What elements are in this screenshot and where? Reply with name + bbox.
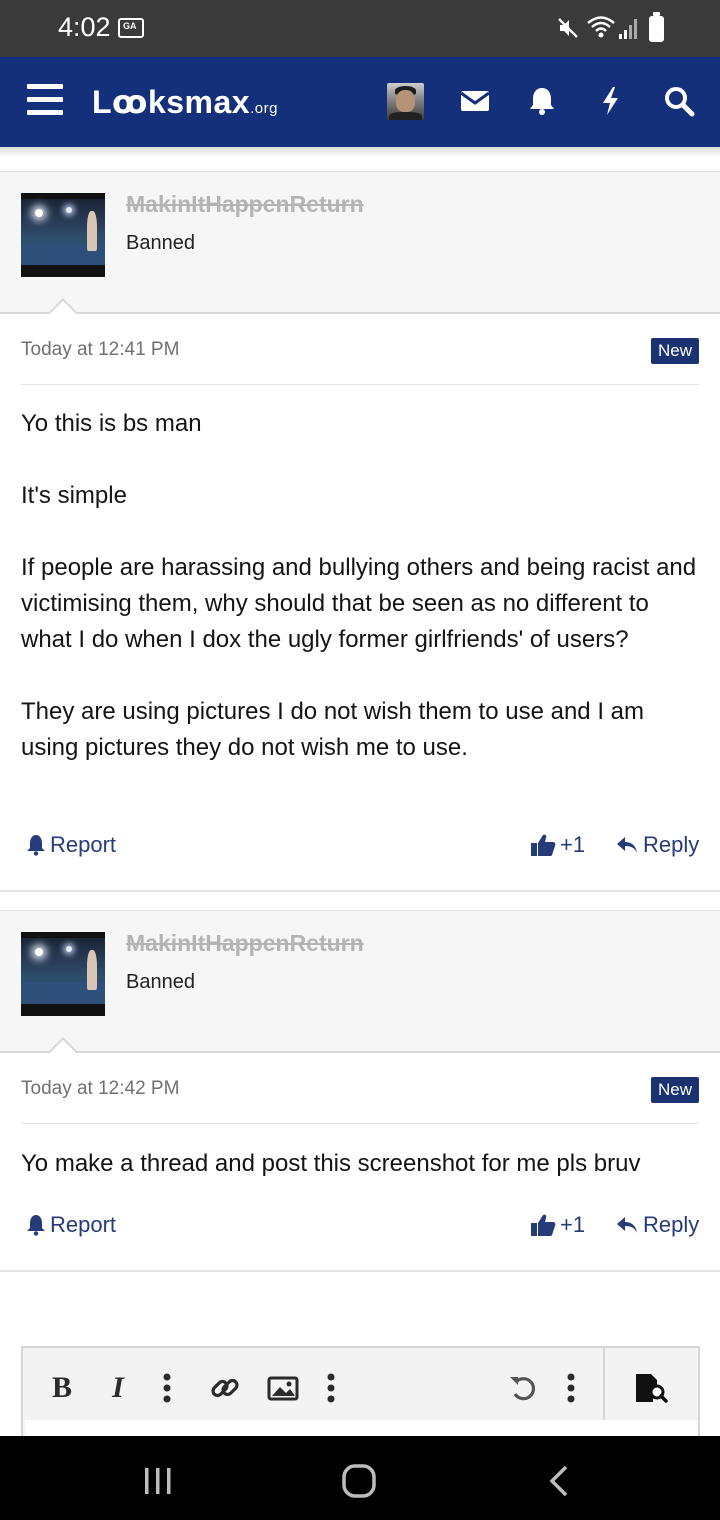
undo-icon[interactable] — [507, 1372, 539, 1404]
new-badge: New — [650, 1077, 699, 1103]
recent-apps-icon[interactable] — [142, 1466, 174, 1496]
author-username[interactable]: MakinItHappenReturn — [126, 930, 364, 957]
report-button[interactable]: Report — [26, 1212, 116, 1238]
reply-label: Reply — [643, 1212, 700, 1237]
post-date[interactable]: Today at 12:41 PM — [21, 339, 179, 361]
report-label: Report — [50, 1212, 117, 1237]
bell-icon — [27, 1215, 45, 1236]
post-paragraph: They are using pictures I do not wish th… — [21, 698, 644, 761]
search-icon[interactable] — [662, 84, 696, 118]
header-shadow — [0, 147, 720, 157]
link-icon[interactable] — [209, 1372, 241, 1404]
bell-icon[interactable] — [525, 84, 559, 118]
post-body: Yo make a thread and post this screensho… — [21, 1146, 705, 1182]
thumbs-up-icon — [531, 1214, 556, 1236]
signal-icon — [619, 19, 637, 39]
preview-icon[interactable] — [633, 1372, 669, 1404]
like-button[interactable]: +1 — [530, 832, 585, 858]
more-vertical-icon[interactable] — [321, 1372, 341, 1404]
post-divider — [0, 890, 720, 892]
like-count: +1 — [560, 1212, 586, 1237]
reply-label: Reply — [643, 832, 700, 857]
image-icon[interactable] — [267, 1372, 299, 1404]
site-header: Lꝏksmax.org — [0, 57, 720, 147]
post-date[interactable]: Today at 12:42 PM — [21, 1078, 179, 1100]
status-time: 4:02 — [58, 12, 111, 42]
bolt-icon[interactable] — [594, 84, 628, 118]
home-icon[interactable] — [341, 1463, 377, 1499]
post-paragraph: If people are harassing and bullying oth… — [21, 554, 697, 653]
author-role: Banned — [126, 971, 195, 993]
status-bar: 4:02 GA — [0, 0, 720, 57]
site-logo[interactable]: Lꝏksmax.org — [92, 83, 278, 121]
report-button[interactable]: Report — [26, 832, 116, 858]
post-paragraph: Yo make a thread and post this screensho… — [21, 1150, 641, 1177]
new-badge: New — [650, 338, 699, 364]
more-vertical-icon[interactable] — [157, 1372, 177, 1404]
thumbs-up-icon — [531, 834, 556, 856]
battery-icon — [649, 12, 664, 42]
more-vertical-icon[interactable] — [561, 1372, 581, 1404]
reply-icon — [617, 837, 637, 853]
reply-editor: B I — [21, 1346, 700, 1450]
post-paragraph: It's simple — [21, 482, 127, 509]
post-author-block: MakinItHappenReturn Banned — [0, 910, 720, 1053]
author-username[interactable]: MakinItHappenReturn — [126, 191, 364, 218]
mail-icon[interactable] — [458, 84, 492, 118]
toolbar-separator — [603, 1348, 605, 1420]
author-role: Banned — [126, 232, 195, 254]
user-avatar[interactable] — [387, 83, 424, 120]
post-divider — [0, 1270, 720, 1272]
author-avatar[interactable] — [21, 932, 105, 1016]
post-paragraph: Yo this is bs man — [21, 410, 202, 437]
post-body: Yo this is bs man It's simple If people … — [21, 406, 705, 766]
post-actions: Report +1 Reply — [0, 1208, 720, 1248]
report-label: Report — [50, 832, 117, 857]
post-meta: Today at 12:42 PM New — [21, 1054, 699, 1124]
bell-icon — [27, 835, 45, 856]
android-nav-bar — [0, 1436, 720, 1520]
menu-icon[interactable] — [27, 84, 63, 116]
italic-button[interactable]: I — [107, 1371, 129, 1404]
like-count: +1 — [560, 832, 586, 857]
reply-button[interactable]: Reply — [615, 1212, 699, 1238]
post-author-block: MakinItHappenReturn Banned — [0, 171, 720, 314]
author-pointer — [47, 296, 79, 314]
post-actions: Report +1 Reply — [0, 828, 720, 868]
mute-icon — [558, 18, 578, 38]
author-avatar[interactable] — [21, 193, 105, 277]
reply-button[interactable]: Reply — [615, 832, 699, 858]
wifi-icon — [587, 16, 615, 38]
like-button[interactable]: +1 — [530, 1212, 585, 1238]
author-pointer — [47, 1035, 79, 1053]
back-icon[interactable] — [546, 1464, 572, 1498]
bold-button[interactable]: B — [49, 1371, 75, 1404]
post-meta: Today at 12:41 PM New — [21, 315, 699, 385]
reply-icon — [617, 1217, 637, 1233]
gallery-notification-icon: GA — [118, 18, 144, 38]
